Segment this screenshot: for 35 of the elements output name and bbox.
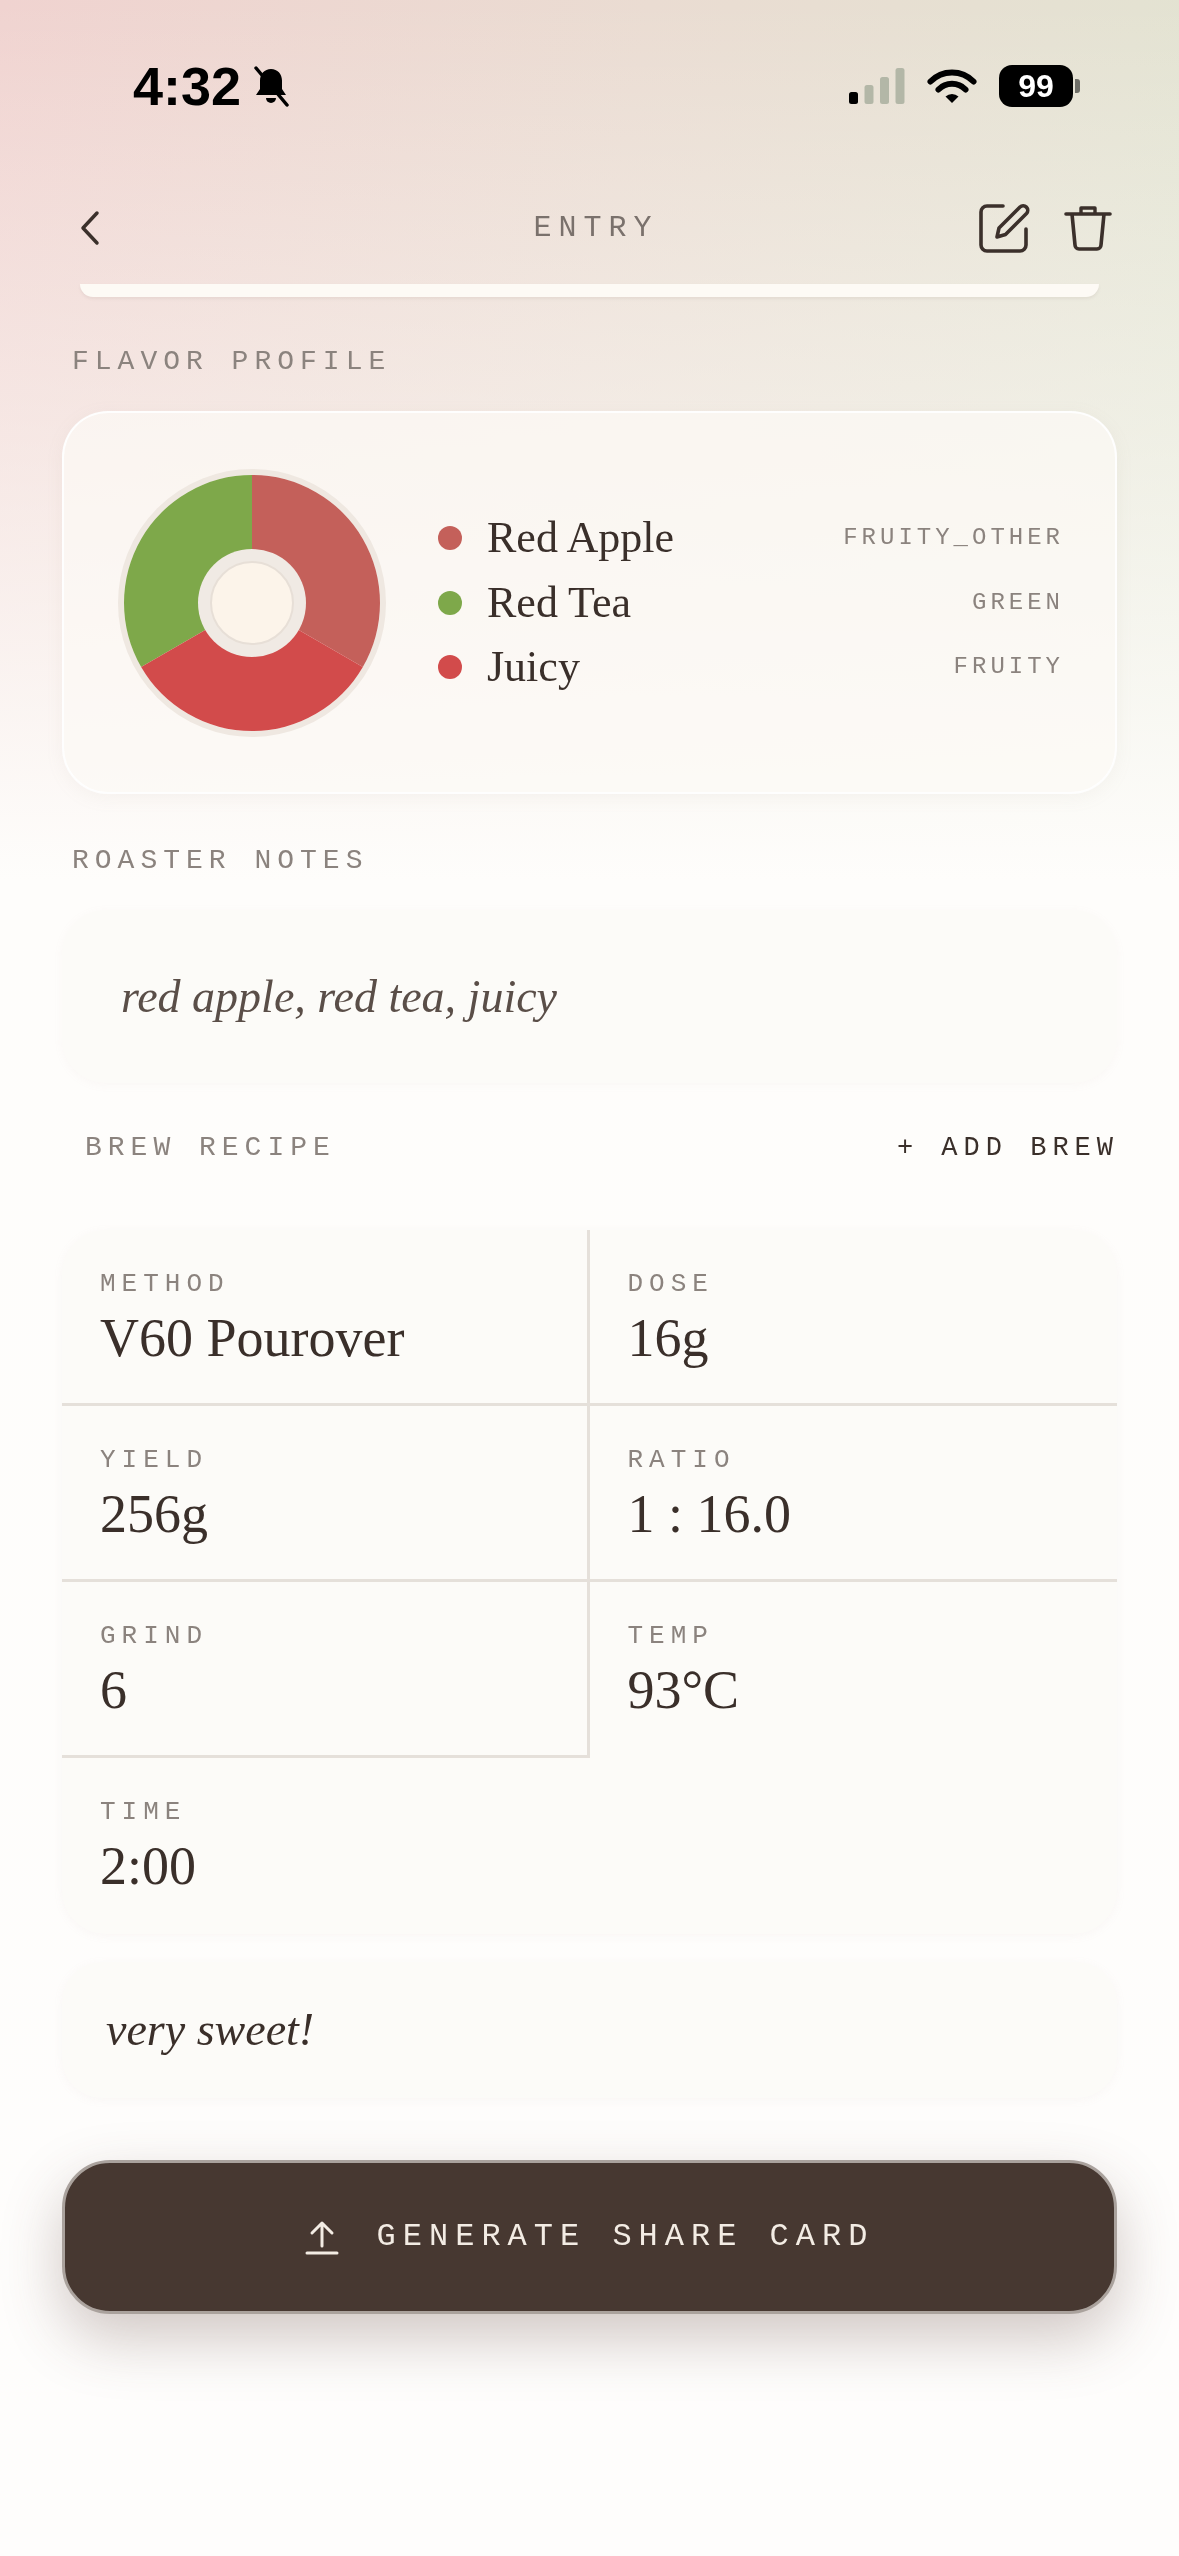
- field-label: YIELD: [100, 1444, 208, 1476]
- field-label: GRIND: [100, 1620, 208, 1652]
- field-value: 1 : 16.0: [627, 1484, 791, 1544]
- add-brew-button[interactable]: + ADD BREW: [896, 1131, 1119, 1165]
- section-heading: BREW RECIPE: [85, 1131, 336, 1165]
- field-label: DOSE: [627, 1268, 714, 1300]
- section-heading: FLAVOR PROFILE: [72, 345, 392, 379]
- tasting-note-text: very sweet!: [106, 2003, 315, 2057]
- page-title: ENTRY: [533, 210, 659, 246]
- flavor-name: Red Apple: [487, 512, 674, 564]
- flavor-name: Juicy: [487, 641, 580, 693]
- field-label: TIME: [100, 1796, 187, 1828]
- field-value: 2:00: [100, 1836, 196, 1896]
- upload-icon: [304, 2219, 339, 2255]
- field-label: RATIO: [627, 1444, 736, 1476]
- section-heading: ROASTER NOTES: [72, 844, 369, 878]
- field-value: V60 Pourover: [100, 1308, 405, 1368]
- wifi-icon: [926, 67, 978, 105]
- field-label: METHOD: [100, 1268, 230, 1300]
- flavor-category: FRUITY_OTHER: [843, 523, 1064, 553]
- battery-indicator: 99: [999, 65, 1080, 107]
- field-value: 93°C: [627, 1660, 740, 1720]
- flavor-category: GREEN: [972, 587, 1064, 618]
- field-value: 6: [100, 1660, 127, 1720]
- status-time: 4:32: [133, 56, 242, 116]
- signal-icon: [849, 68, 905, 104]
- roaster-notes-text: red apple, red tea, juicy: [121, 969, 557, 1024]
- flavor-category: FRUITY: [953, 652, 1064, 682]
- back-icon[interactable]: [79, 210, 101, 246]
- share-card-button[interactable]: GENERATE SHARE CARD: [62, 2160, 1117, 2314]
- flavor-name: Red Tea: [487, 576, 631, 629]
- field-value: 256g: [100, 1484, 208, 1544]
- field-label: TEMP: [627, 1620, 714, 1652]
- field-value: 16g: [627, 1308, 709, 1368]
- trash-icon[interactable]: [1063, 204, 1113, 252]
